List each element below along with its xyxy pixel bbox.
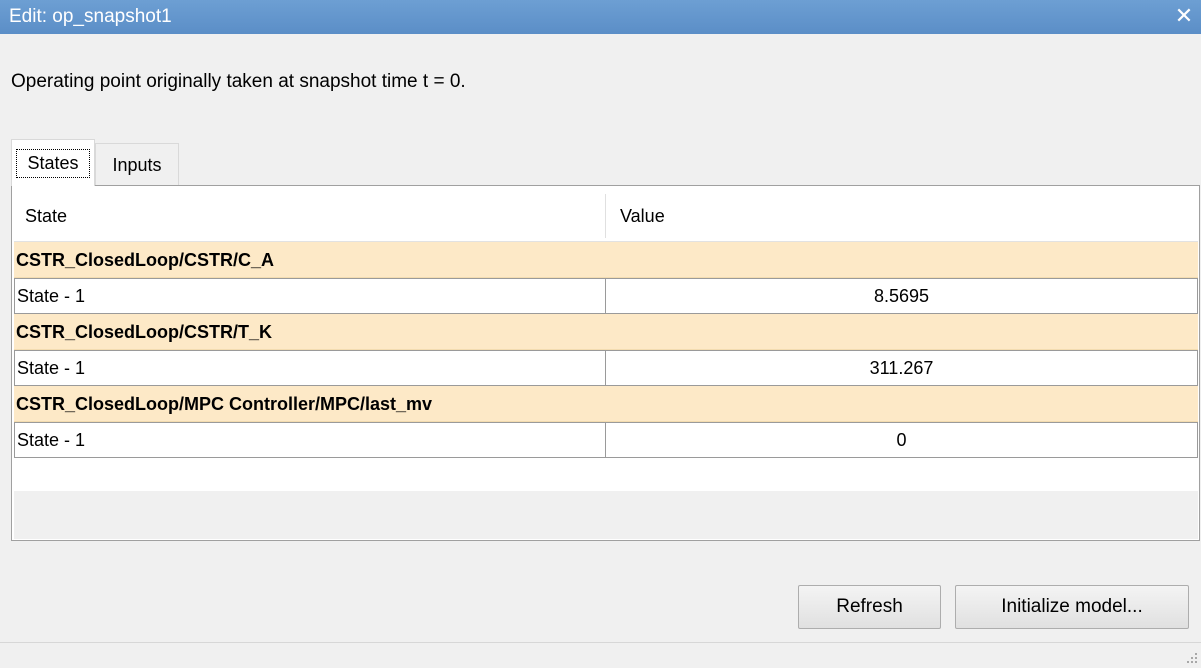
column-header-state[interactable]: State <box>25 190 67 242</box>
tab-inputs[interactable]: Inputs <box>95 143 179 185</box>
table-header: State Value <box>14 190 1198 242</box>
value-cell[interactable]: 0 <box>605 422 1198 458</box>
tab-states[interactable]: States <box>11 139 95 186</box>
tab-states-label: States <box>16 149 90 178</box>
table-row: State - 1 0 <box>14 422 1198 458</box>
close-icon[interactable]: ✕ <box>1171 2 1197 30</box>
resize-grip-icon[interactable] <box>1184 651 1198 665</box>
table-row: State - 1 311.267 <box>14 350 1198 386</box>
states-table: State Value CSTR_ClosedLoop/CSTR/C_A Sta… <box>14 190 1198 458</box>
window-title: Edit: op_snapshot1 <box>9 6 172 27</box>
column-divider[interactable] <box>605 194 606 238</box>
group-row: CSTR_ClosedLoop/CSTR/C_A <box>14 242 1198 278</box>
refresh-button[interactable]: Refresh <box>798 585 941 629</box>
value-cell[interactable]: 8.5695 <box>605 278 1198 314</box>
table-row: State - 1 8.5695 <box>14 278 1198 314</box>
info-text: Operating point originally taken at snap… <box>11 71 466 92</box>
table-empty-area <box>14 491 1198 539</box>
status-bar <box>0 642 1201 668</box>
state-cell: State - 1 <box>14 278 606 314</box>
group-row: CSTR_ClosedLoop/MPC Controller/MPC/last_… <box>14 386 1198 422</box>
state-cell: State - 1 <box>14 350 606 386</box>
initialize-model-button[interactable]: Initialize model... <box>955 585 1189 629</box>
group-row: CSTR_ClosedLoop/CSTR/T_K <box>14 314 1198 350</box>
value-cell[interactable]: 311.267 <box>605 350 1198 386</box>
state-cell: State - 1 <box>14 422 606 458</box>
column-header-value[interactable]: Value <box>620 190 665 242</box>
states-panel: State Value CSTR_ClosedLoop/CSTR/C_A Sta… <box>11 185 1200 541</box>
title-bar: Edit: op_snapshot1 ✕ <box>0 0 1201 34</box>
